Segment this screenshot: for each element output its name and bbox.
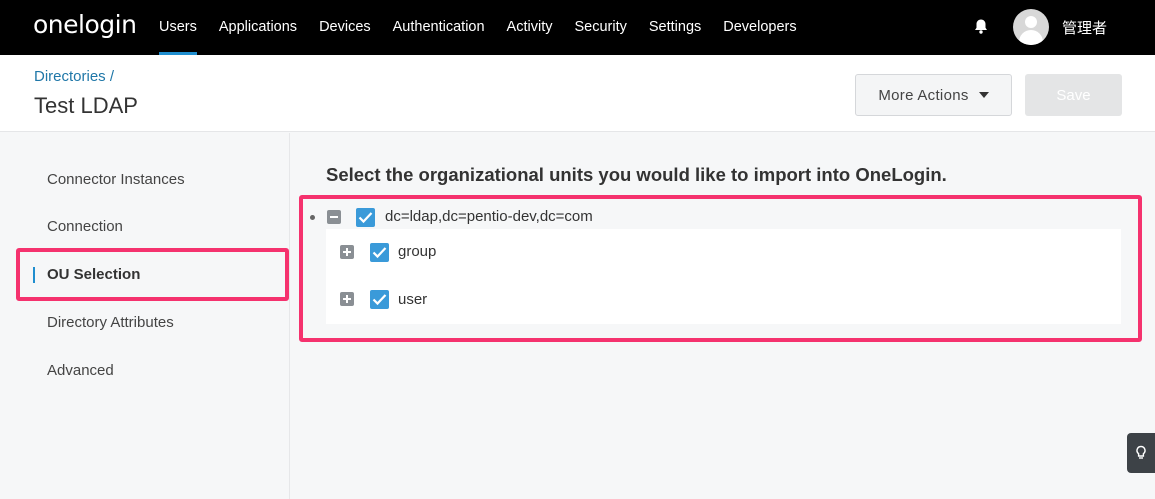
lightbulb-icon xyxy=(1136,445,1146,459)
highlight-box-sidebar xyxy=(16,248,289,301)
highlight-box-ou-tree xyxy=(299,195,1142,342)
user-name[interactable]: 管理者 xyxy=(1062,17,1107,38)
main-nav: Users Applications Devices Authenticatio… xyxy=(148,0,808,55)
more-actions-button[interactable]: More Actions xyxy=(855,74,1012,116)
nav-item-authentication[interactable]: Authentication xyxy=(382,0,496,55)
breadcrumb-directories[interactable]: Directories / xyxy=(34,68,114,85)
more-actions-label: More Actions xyxy=(878,86,969,104)
nav-item-users[interactable]: Users xyxy=(148,0,208,55)
nav-item-activity[interactable]: Activity xyxy=(496,0,564,55)
sidebar-item-connector-instances[interactable]: Connector Instances xyxy=(47,171,185,188)
save-button[interactable]: Save xyxy=(1025,74,1122,116)
nav-item-devices[interactable]: Devices xyxy=(308,0,382,55)
user-avatar-icon[interactable] xyxy=(1013,9,1049,45)
sidebar-item-advanced[interactable]: Advanced xyxy=(47,362,114,379)
bell-icon[interactable] xyxy=(971,17,991,37)
page-header: Directories / Test LDAP More Actions Sav… xyxy=(0,55,1155,132)
nav-item-applications[interactable]: Applications xyxy=(208,0,308,55)
top-navigation-bar: onelogin Users Applications Devices Auth… xyxy=(0,0,1155,55)
settings-sidebar: Connector Instances Connection OU Select… xyxy=(0,133,290,499)
caret-down-icon xyxy=(978,92,989,98)
sidebar-item-connection[interactable]: Connection xyxy=(47,218,123,235)
nav-item-settings[interactable]: Settings xyxy=(638,0,712,55)
section-heading: Select the organizational units you woul… xyxy=(326,164,947,185)
help-button[interactable] xyxy=(1127,433,1155,473)
nav-item-developers[interactable]: Developers xyxy=(712,0,807,55)
nav-item-security[interactable]: Security xyxy=(563,0,637,55)
onelogin-logo[interactable]: onelogin xyxy=(33,10,137,39)
page-title: Test LDAP xyxy=(34,93,138,118)
sidebar-item-directory-attributes[interactable]: Directory Attributes xyxy=(47,314,174,331)
